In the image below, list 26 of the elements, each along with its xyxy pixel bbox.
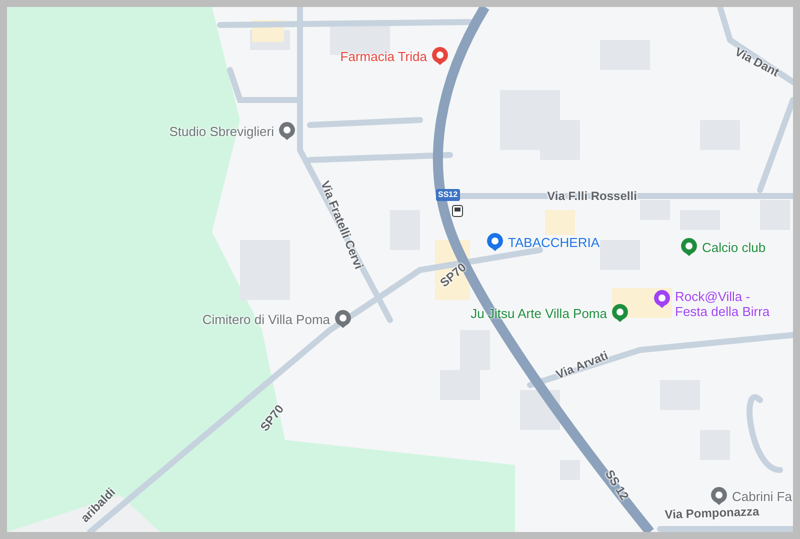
place-label[interactable]: Cimitero di Villa Poma <box>202 312 330 326</box>
place-label[interactable]: Ju Jitsu Arte Villa Poma <box>470 306 607 320</box>
street-label: Via Dant <box>732 44 782 80</box>
map-pin-icon[interactable] <box>680 237 698 257</box>
bus-stop-icon[interactable] <box>452 205 463 217</box>
place-label[interactable]: TABACCHERIA <box>508 234 600 250</box>
building <box>240 240 290 300</box>
map-pin-icon[interactable] <box>710 486 728 506</box>
place-label[interactable]: Calcio club <box>702 240 766 254</box>
map-pin-icon[interactable] <box>611 303 629 323</box>
place-label[interactable]: Cabrini Fa <box>732 488 792 504</box>
building <box>640 200 670 220</box>
map-pin-icon[interactable] <box>486 232 504 252</box>
street-label: SS 12 <box>602 467 632 503</box>
street-label: Via F.lli Rosselli <box>547 189 637 203</box>
map-pin-icon[interactable] <box>334 309 352 329</box>
street-label: Via Pomponazza <box>664 504 760 522</box>
map-pin-icon[interactable] <box>653 289 671 309</box>
place-label[interactable]: Rock@Villa - Festa della Birra <box>675 289 775 319</box>
map-pin-icon[interactable] <box>278 121 296 141</box>
building <box>545 210 575 235</box>
place-label[interactable]: Farmacia Trida <box>340 48 427 64</box>
place-label[interactable]: Studio Sbreviglieri <box>169 124 274 138</box>
building <box>760 200 790 230</box>
map-pin-icon[interactable] <box>431 46 449 66</box>
route-shield: SS12 <box>436 189 460 201</box>
